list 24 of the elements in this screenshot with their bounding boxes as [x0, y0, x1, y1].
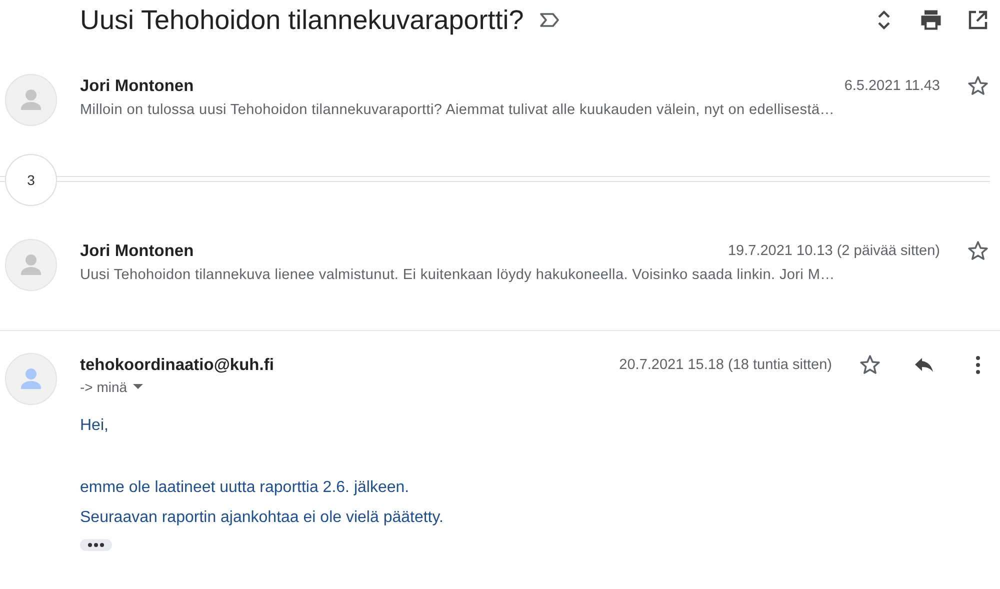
body-text: emme ole laatineet uutta raporttia 2.6. jälkeen. — [80, 479, 410, 497]
caret-icon — [133, 384, 144, 390]
sender-name: tehokoordinaatio@kuh.fi — [80, 356, 274, 374]
body-text: Seuraavan raportin ajankohtaa ei ole vielä päätetty. — [80, 509, 444, 527]
message-snippet: Milloin on tulossa uusi Tehohoidon tilannekuvaraportti? Aiemmat tulivat alle kuukauden välein, nyt on edellisestä… — [80, 102, 836, 118]
recipient-dropdown[interactable]: -> minä — [80, 379, 144, 395]
ellipsis-icon — [87, 542, 105, 548]
message-date: 6.5.2021 11.43 — [844, 78, 940, 94]
avatar-icon — [5, 239, 57, 291]
show-trimmed-button[interactable] — [80, 539, 112, 551]
sender-name: Jori Montonen — [80, 242, 194, 260]
star-icon[interactable] — [966, 74, 990, 98]
message-date: 19.7.2021 10.13 (2 päivää sitten) — [728, 243, 940, 259]
hidden-messages-count[interactable]: 3 — [5, 154, 57, 206]
body-text: Hei, — [80, 417, 108, 435]
message-snippet: Uusi Tehohoidon tilannekuva lienee valmistunut. Ei kuitenkaan löydy hakukoneella. Voisinko saada linkin. Jori M… — [80, 267, 836, 283]
avatar-icon — [5, 353, 57, 405]
star-icon[interactable] — [966, 239, 990, 263]
open-new-window-icon[interactable] — [966, 8, 990, 32]
avatar-icon — [5, 74, 57, 126]
email-subject: Uusi Tehohoidon tilannekuvaraportti? — [80, 4, 524, 36]
sender-name: Jori Montonen — [80, 76, 194, 96]
message-date: 20.7.2021 15.18 (18 tuntia sitten) — [619, 357, 832, 373]
star-icon[interactable] — [858, 353, 882, 377]
